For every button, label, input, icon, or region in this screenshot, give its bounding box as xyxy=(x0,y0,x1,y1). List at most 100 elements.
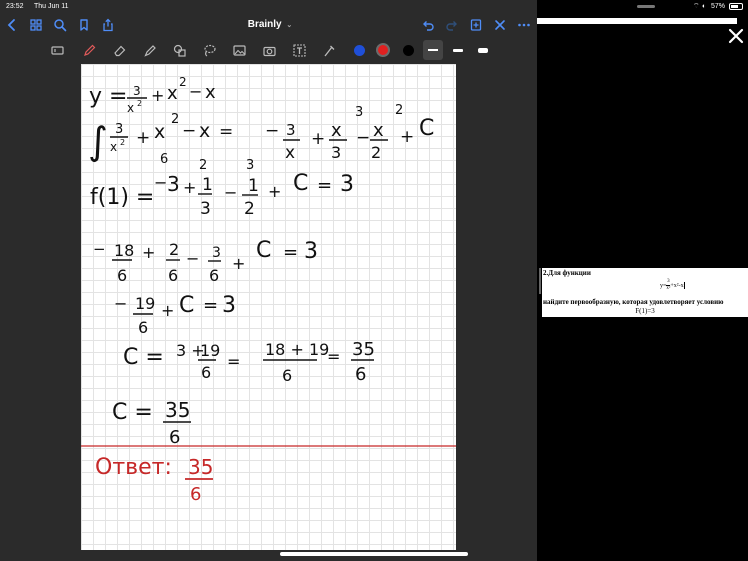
line2-int-den-exp: 2 xyxy=(120,138,125,147)
line2-int-num: 3 xyxy=(115,122,123,137)
line5-equals: = xyxy=(203,295,218,316)
line3-value: 3 xyxy=(340,172,354,197)
panel-top-strip xyxy=(537,18,737,24)
chevron-left-icon xyxy=(7,19,15,31)
line1-den-exp: 2 xyxy=(137,99,142,108)
wifi-icon: ⌔ xyxy=(693,3,700,10)
line5-constant: C xyxy=(179,293,194,318)
share-icon xyxy=(103,18,113,32)
line4-plus-2: + xyxy=(232,254,245,273)
line4-minus: − xyxy=(186,249,199,268)
problem-heading: 2.Для функции xyxy=(543,269,591,277)
line1-frac-den: x xyxy=(127,101,134,115)
notes-line-1: y = 3 x 2 + x 2 − x xyxy=(89,75,216,115)
image-tool-button[interactable] xyxy=(229,40,249,60)
line2-r3-num: x xyxy=(373,120,384,141)
lasso-tool-button[interactable] xyxy=(199,40,219,60)
color-black-button[interactable] xyxy=(398,40,418,60)
bookmark-button[interactable] xyxy=(74,15,94,35)
battery-percent: 57% xyxy=(711,3,726,10)
add-page-icon xyxy=(470,19,482,31)
camera-tool-button[interactable] xyxy=(259,40,279,60)
line3-three: 3 xyxy=(167,172,180,196)
resize-handle[interactable] xyxy=(539,268,541,294)
search-button[interactable] xyxy=(50,15,70,35)
undo-button[interactable] xyxy=(418,15,438,35)
formula-rest: +x²-x xyxy=(670,282,684,289)
battery-level xyxy=(731,5,738,8)
line6-a-num: 19 xyxy=(200,341,220,360)
lasso-icon xyxy=(203,44,216,57)
stroke-thin-button[interactable] xyxy=(423,40,443,60)
line3-a-den: 3 xyxy=(200,199,211,219)
line2-r3-den: 2 xyxy=(371,143,381,162)
redo-button[interactable] xyxy=(442,15,462,35)
line3-scale-1: 6 xyxy=(160,152,168,167)
textbox-icon xyxy=(292,43,306,57)
problem-formula: y= 3 x²+x²-x xyxy=(660,279,685,292)
pen-tool-button[interactable] xyxy=(79,40,99,60)
status-bar-right: ⌔ ◐ 57% xyxy=(537,0,748,13)
line3-f-of-1: f(1) = xyxy=(90,185,154,210)
search-icon xyxy=(54,19,67,32)
line3-a-num: 1 xyxy=(202,175,213,195)
line3-neg: − xyxy=(154,173,167,192)
eraser-icon xyxy=(113,45,125,56)
back-button[interactable] xyxy=(2,15,22,35)
line4-c-num: 3 xyxy=(212,245,221,261)
line2-r2-den: 3 xyxy=(331,143,341,162)
grid-view-button[interactable] xyxy=(26,15,46,35)
stroke-medium-icon xyxy=(453,48,463,52)
line6-equals-2: = xyxy=(327,347,340,366)
line6-a-den: 6 xyxy=(201,363,211,382)
close-icon[interactable] xyxy=(727,27,745,45)
highlighter-tool-button[interactable] xyxy=(139,40,159,60)
laser-tool-button[interactable] xyxy=(319,40,339,60)
color-red-button[interactable] xyxy=(373,40,393,60)
stroke-medium-button[interactable] xyxy=(448,40,468,60)
color-swatch-red-selected xyxy=(376,43,390,57)
line5-plus: + xyxy=(161,301,174,320)
line4-b-den: 6 xyxy=(168,266,178,285)
line3-minus: − xyxy=(224,183,237,202)
line4-c-den: 6 xyxy=(209,266,219,285)
text-tool-button[interactable] xyxy=(47,40,67,60)
close-editor-button[interactable] xyxy=(490,15,510,35)
line3-b-den: 2 xyxy=(244,199,255,219)
answer-den: 6 xyxy=(190,484,201,505)
line2-minus-2: − xyxy=(356,128,370,148)
line2-constant: C xyxy=(419,116,434,141)
problem-text-card: 2.Для функции y= 3 x²+x²-x найдите первооб… xyxy=(542,268,748,317)
color-swatch-blue xyxy=(353,44,365,56)
document-title-dropdown[interactable]: Brainly ⌄ xyxy=(230,17,310,34)
textbox-tool-button[interactable] xyxy=(289,40,309,60)
line5-value: 3 xyxy=(222,293,236,318)
add-page-button[interactable] xyxy=(466,15,486,35)
notes-line-2: ∫ 3 x 2 + x 2 − x = − 3 x + x 3 3 − x 2 … xyxy=(88,103,434,163)
camera-icon xyxy=(262,46,276,56)
line5-a-num: 19 xyxy=(135,294,155,313)
notes-line-3: f(1) = − 6 3 + 2 1 3 − 3 1 2 + C = 3 xyxy=(90,152,354,219)
shapes-tool-button[interactable] xyxy=(169,40,189,60)
answer-label: Ответ: xyxy=(95,455,172,480)
eraser-tool-button[interactable] xyxy=(109,40,129,60)
line6-b-num: 18 + 19 xyxy=(265,340,329,359)
share-button[interactable] xyxy=(98,15,118,35)
color-blue-button[interactable] xyxy=(349,40,369,60)
line6-result-num: 35 xyxy=(352,339,375,360)
line6-b-den: 6 xyxy=(282,366,292,385)
line2-plus-3: + xyxy=(400,127,414,147)
line4-neg: − xyxy=(93,240,106,258)
drawing-toolbar xyxy=(0,38,537,62)
stroke-thick-button[interactable] xyxy=(473,40,493,60)
home-indicator[interactable] xyxy=(280,552,468,556)
more-button[interactable] xyxy=(514,15,534,35)
answer-num: 35 xyxy=(188,455,213,479)
line4-a-den: 6 xyxy=(117,266,127,285)
focus-icon: ◐ xyxy=(702,3,707,10)
problem-condition: F(1)=3 xyxy=(635,307,655,315)
line5-a-den: 6 xyxy=(138,318,148,337)
grid-icon xyxy=(30,19,42,31)
note-page[interactable]: y = 3 x 2 + x 2 − x ∫ 3 x 2 + x 2 − x = … xyxy=(81,64,456,550)
text-select-icon xyxy=(50,45,64,55)
